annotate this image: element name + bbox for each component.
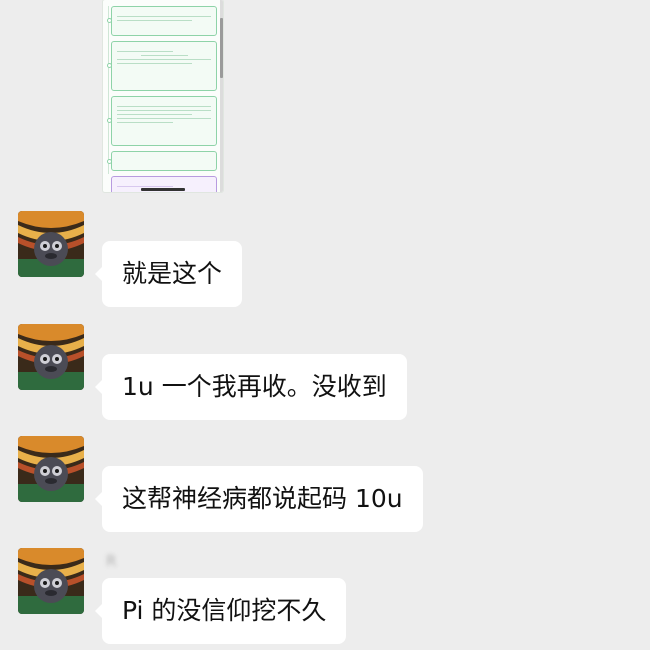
message-bubble[interactable]: 就是这个 <box>94 241 243 307</box>
step-node-icon <box>107 159 112 164</box>
sender-name: R <box>106 552 118 570</box>
checklist-step-3 <box>107 96 217 146</box>
timeline-line <box>108 6 109 174</box>
avatar[interactable] <box>18 324 84 390</box>
checklist-step-2 <box>107 41 217 91</box>
avatar[interactable] <box>18 548 84 614</box>
checklist-step-4 <box>107 151 217 171</box>
step-node-icon <box>107 18 112 23</box>
message-bubble[interactable]: 这帮神经病都说起码 10u <box>95 466 423 532</box>
checklist-step-1 <box>107 6 217 36</box>
monkey-avatar-icon <box>18 324 84 390</box>
monkey-avatar-icon <box>18 211 84 277</box>
avatar[interactable] <box>18 436 84 502</box>
message-bubble[interactable]: 1u 一个我再收。没收到 <box>95 354 407 420</box>
image-message[interactable] <box>103 0 223 192</box>
monkey-avatar-icon <box>18 436 84 502</box>
step-node-icon <box>107 118 112 123</box>
step-node-icon <box>107 63 112 68</box>
avatar[interactable] <box>18 211 84 277</box>
image-scrollbar <box>220 0 223 192</box>
message-bubble[interactable]: Pi 的没信仰挖不久 <box>94 578 347 644</box>
image-overlay-bar <box>141 188 185 191</box>
monkey-avatar-icon <box>18 548 84 614</box>
